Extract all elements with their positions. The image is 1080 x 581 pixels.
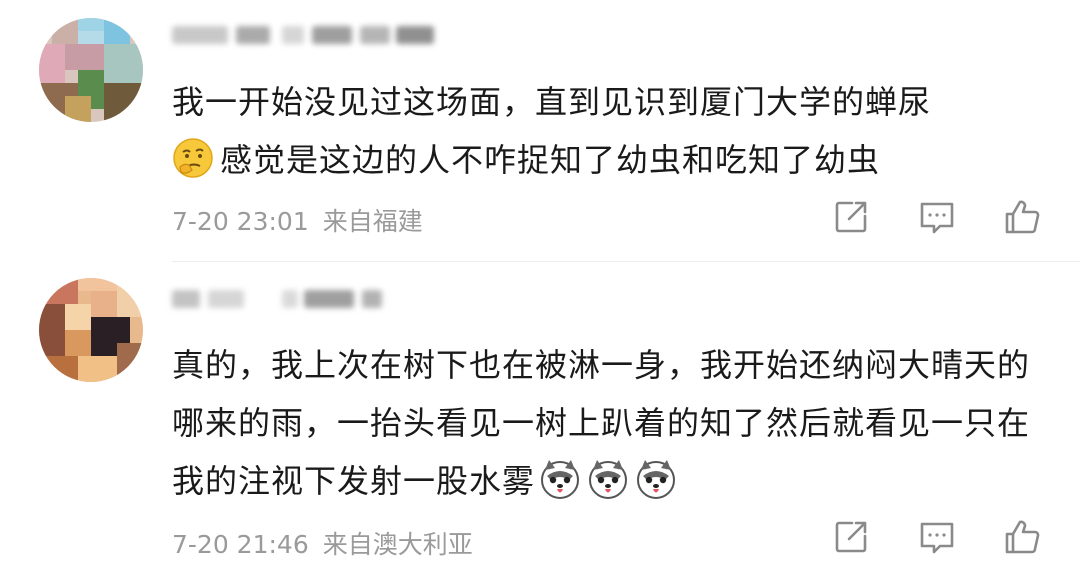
comment-item: 我一开始没见过这场面，直到见识到厦门大学的蝉尿 感觉是这边的人不咋捉知了幼虫和吃…: [0, 0, 1080, 262]
comment-meta: 7-20 23:01 来自福建: [172, 202, 423, 238]
username-blurred[interactable]: [172, 282, 442, 314]
comment-icon: [920, 202, 954, 234]
comment-meta: 7-20 21:46 来自澳大利亚: [172, 525, 473, 561]
like-button[interactable]: [1003, 198, 1041, 236]
reply-button[interactable]: [918, 198, 956, 236]
reply-button[interactable]: [918, 518, 956, 556]
comment-time: 7-20 21:46: [172, 530, 309, 559]
comment-text-part: 感觉是这边的人不咋捉知了幼虫和吃知了幼虫: [220, 141, 881, 179]
comment-text: 我一开始没见过这场面，直到见识到厦门大学的蝉尿 感觉是这边的人不咋捉知了幼虫和吃…: [172, 73, 1062, 189]
share-icon: [835, 201, 867, 233]
username-blurred[interactable]: [172, 18, 442, 50]
like-icon: [1005, 520, 1040, 554]
husky-emoji-icon: [635, 458, 677, 500]
like-button[interactable]: [1003, 518, 1041, 556]
avatar[interactable]: [39, 278, 143, 382]
comment-item: 真的，我上次在树下也在被淋一身，我开始还纳闷大晴天的哪来的雨，一抬头看见一树上趴…: [0, 262, 1080, 581]
thinking-emoji-icon: [172, 137, 214, 179]
comment-icon: [920, 522, 954, 554]
comment-time: 7-20 23:01: [172, 207, 309, 236]
share-button[interactable]: [832, 518, 870, 556]
husky-emoji-icon: [587, 458, 629, 500]
comment-location: 来自福建: [322, 207, 423, 236]
comment-location: 来自澳大利亚: [322, 530, 473, 559]
share-icon: [835, 521, 867, 553]
like-icon: [1005, 200, 1040, 234]
avatar[interactable]: [39, 18, 143, 122]
comment-text-part: 我一开始没见过这场面，直到见识到厦门大学的蝉尿: [172, 83, 932, 121]
husky-emoji-icon: [539, 458, 581, 500]
share-button[interactable]: [832, 198, 870, 236]
comment-text: 真的，我上次在树下也在被淋一身，我开始还纳闷大晴天的哪来的雨，一抬头看见一树上趴…: [172, 336, 1062, 510]
